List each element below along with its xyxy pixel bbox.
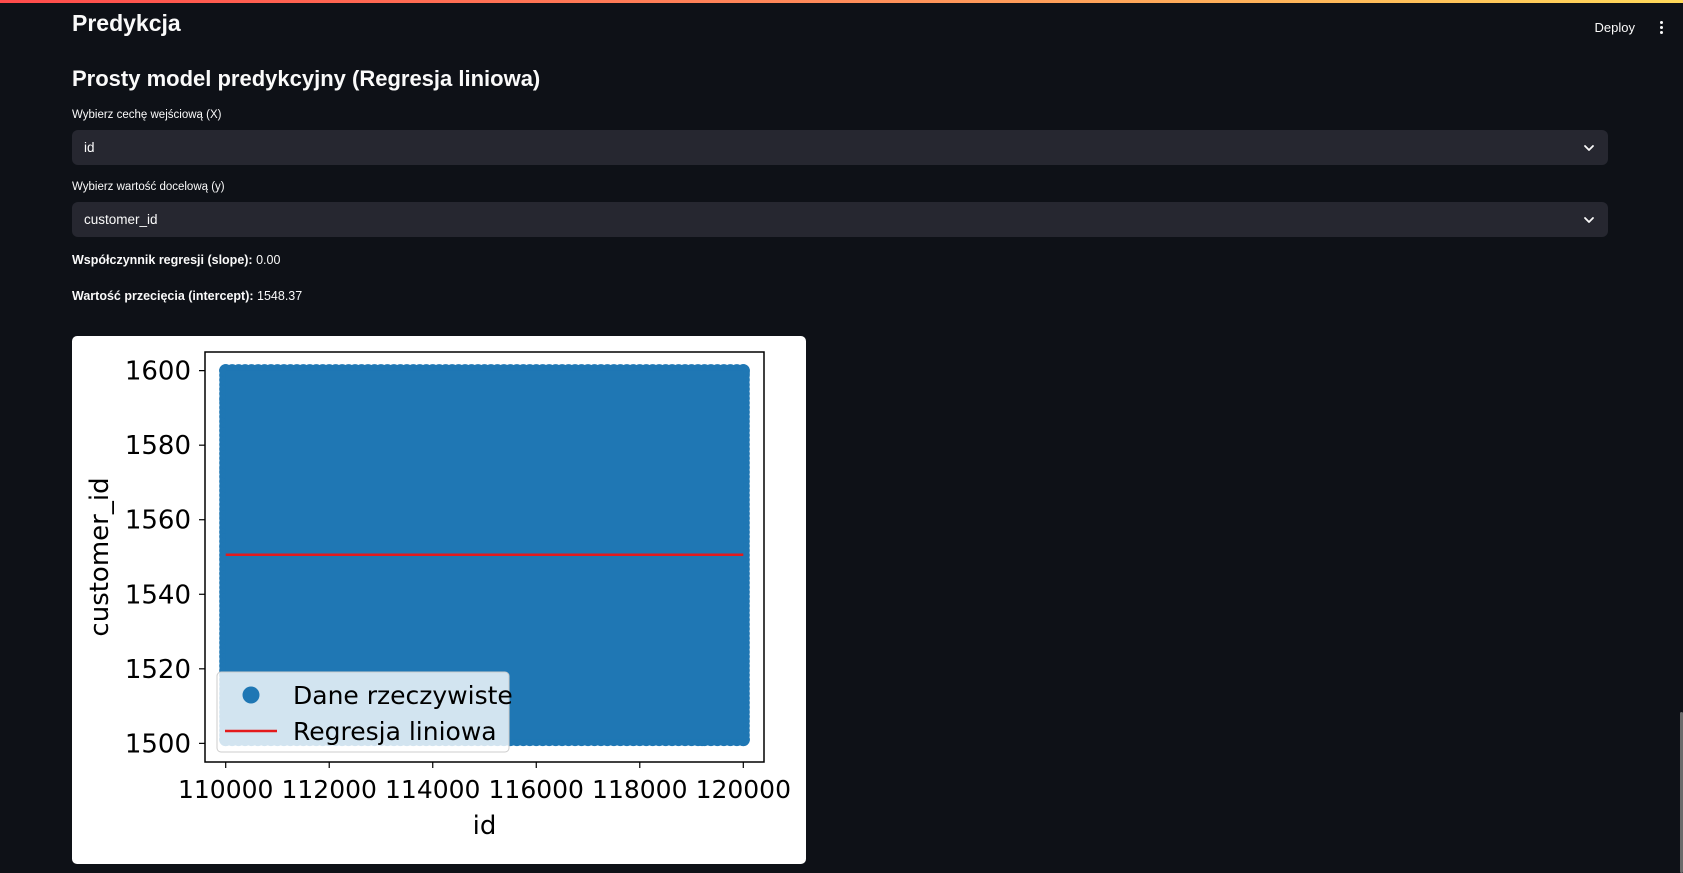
legend-scatter-marker: [242, 686, 260, 704]
intercept-value: 1548.37: [257, 289, 303, 303]
chart-card: 1500 1520 1540 1560 1580 1600 110000 112000 1140…: [72, 336, 806, 864]
main-menu-icon[interactable]: [1655, 21, 1667, 34]
legend-label-line: Regresja liniowa: [293, 717, 497, 746]
page-title: Predykcja: [72, 10, 181, 36]
legend-label-scatter: Dane rzeczywiste: [293, 681, 513, 710]
intercept-label: Wartość przecięcia (intercept):: [72, 289, 254, 303]
x-tick-label: 114000: [385, 775, 480, 804]
y-tick-label: 1500: [125, 729, 191, 759]
y-tick-label: 1600: [125, 357, 191, 387]
x-feature-select[interactable]: id: [72, 130, 1608, 165]
x-tick-label: 110000: [178, 775, 273, 804]
y-target-label: Wybierz wartość docelową (y): [72, 181, 225, 193]
regression-chart: 1500 1520 1540 1560 1580 1600 110000 112000 1140…: [85, 351, 791, 841]
chevron-down-icon: [1584, 216, 1594, 223]
top-decoration-bar: [0, 0, 1683, 3]
chart-legend: Dane rzeczywiste Regresja liniowa: [216, 671, 513, 753]
y-target-select[interactable]: customer_id: [72, 202, 1608, 237]
x-tick-label: 116000: [489, 775, 584, 804]
slope-label: Współczynnik regresji (slope):: [72, 253, 253, 267]
y-tick-label: 1520: [125, 655, 191, 685]
slope-value: 0.00: [256, 253, 281, 267]
y-tick-label: 1540: [125, 580, 191, 610]
chevron-down-icon: [1584, 144, 1594, 151]
x-tick-label: 120000: [696, 775, 791, 804]
intercept-stat: Wartość przecięcia (intercept): 1548.37: [72, 289, 302, 303]
y-target-select-value: customer_id: [84, 212, 158, 227]
section-subtitle: Prosty model predykcyjny (Regresja linio…: [72, 66, 541, 91]
y-tick-label: 1560: [125, 506, 191, 536]
x-feature-label: Wybierz cechę wejściową (X): [72, 109, 222, 121]
x-feature-select-value: id: [84, 140, 95, 155]
y-tick-label: 1580: [125, 431, 191, 461]
toolbar: Deploy: [1589, 16, 1667, 39]
y-axis-label: customer_id: [85, 477, 115, 636]
x-tick-label: 112000: [282, 775, 377, 804]
x-tick-label: 118000: [592, 775, 687, 804]
slope-stat: Współczynnik regresji (slope): 0.00: [72, 253, 280, 267]
x-axis-label: id: [473, 811, 497, 841]
deploy-button[interactable]: Deploy: [1589, 16, 1641, 39]
